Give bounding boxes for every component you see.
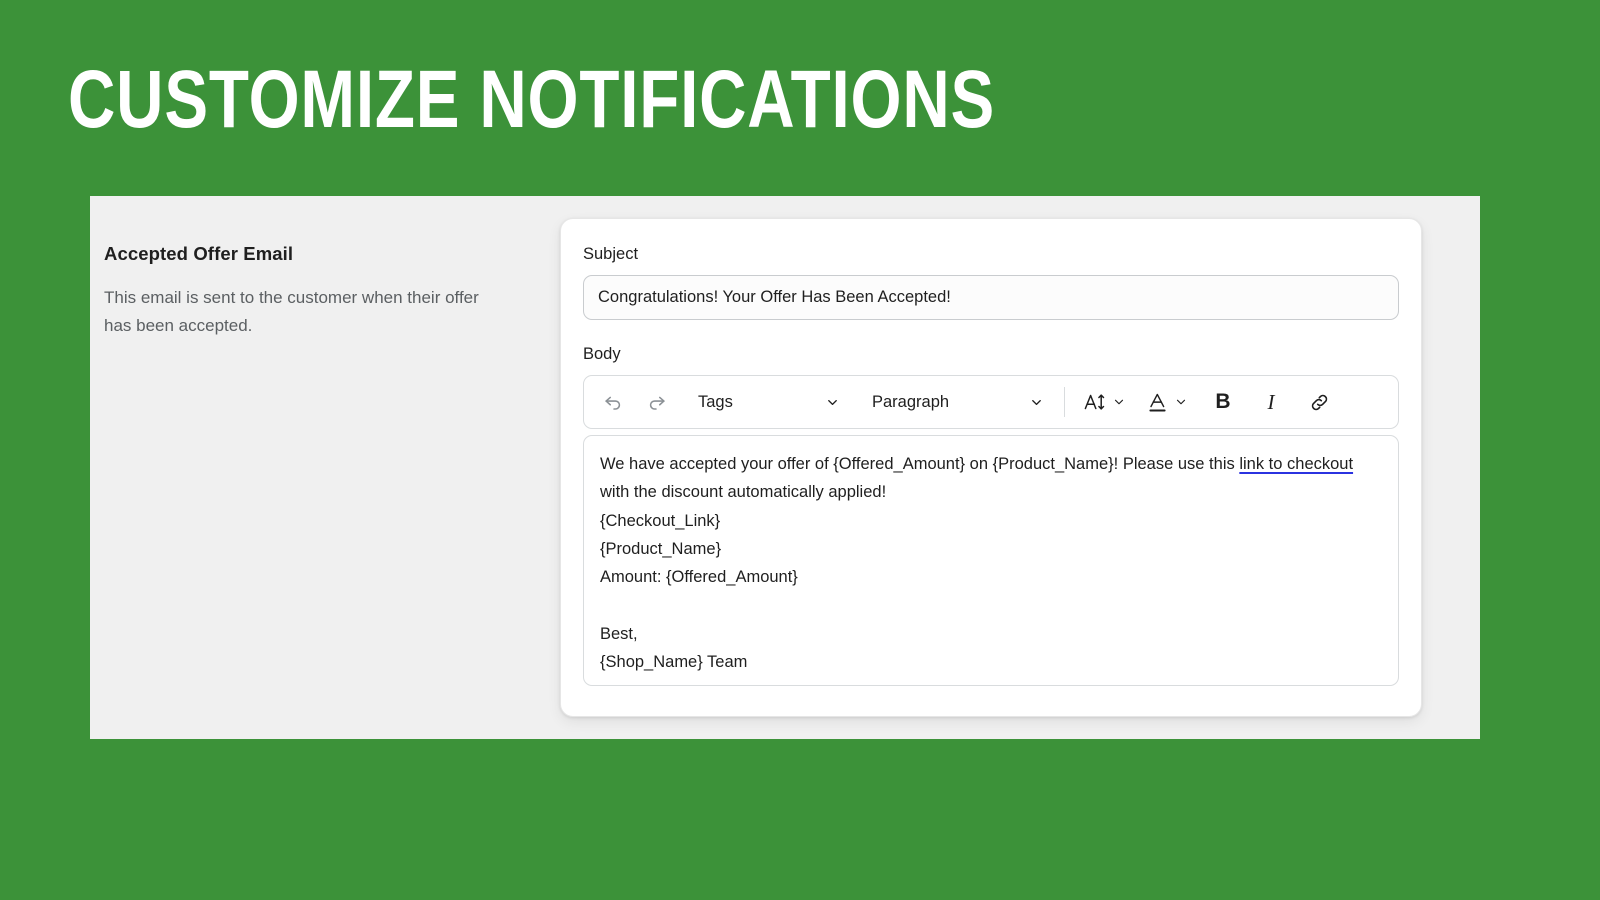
editor-toolbar: Tags Paragraph B I (583, 375, 1399, 429)
link-button[interactable] (1302, 385, 1336, 419)
italic-button[interactable]: I (1254, 385, 1288, 419)
field-spacer (583, 320, 1399, 344)
section-heading: Accepted Offer Email (104, 243, 294, 264)
body-text-before-link: We have accepted your offer of {Offered_… (600, 455, 1240, 473)
paragraph-select-label: Paragraph (872, 392, 950, 411)
redo-button[interactable] (640, 385, 674, 419)
body-line-product-name: {Product_Name} (600, 539, 722, 558)
paragraph-select[interactable]: Paragraph (862, 385, 1052, 419)
settings-panel: Accepted Offer Email This email is sent … (90, 196, 1480, 739)
tags-select[interactable]: Tags (688, 385, 848, 419)
font-size-icon (1083, 390, 1107, 414)
text-color-icon (1146, 391, 1169, 414)
redo-icon (646, 391, 668, 413)
text-color-button[interactable] (1142, 385, 1192, 419)
body-line-checkout-link: {Checkout_Link} (600, 511, 721, 530)
chevron-down-icon (1029, 395, 1044, 410)
body-editor[interactable]: We have accepted your offer of {Offered_… (583, 435, 1399, 686)
bold-label: B (1215, 390, 1231, 413)
body-line-shop-team: {Shop_Name} Team (600, 653, 748, 672)
checkout-link[interactable]: link to checkout (1239, 455, 1353, 473)
undo-button[interactable] (596, 385, 630, 419)
italic-label: I (1267, 389, 1275, 414)
font-size-button[interactable] (1079, 385, 1130, 419)
section-description: This email is sent to the customer when … (104, 288, 479, 335)
page-root: Customize Notifications Accepted Offer E… (0, 0, 1600, 900)
email-info-column: Accepted Offer Email This email is sent … (90, 196, 560, 340)
page-title: Customize Notifications (68, 54, 996, 145)
undo-icon (602, 391, 624, 413)
body-line-amount: Amount: {Offered_Amount} (600, 568, 798, 587)
chevron-down-icon (825, 395, 840, 410)
bold-button[interactable]: B (1206, 385, 1240, 419)
subject-label: Subject (583, 245, 639, 263)
chevron-down-icon (1174, 395, 1188, 409)
subject-input[interactable]: Congratulations! Your Offer Has Been Acc… (583, 275, 1399, 320)
body-editor-content: We have accepted your offer of {Offered_… (600, 450, 1382, 676)
email-editor-card: Subject Congratulations! Your Offer Has … (560, 218, 1422, 717)
body-label: Body (583, 345, 621, 363)
body-line-best: Best, (600, 624, 638, 643)
link-icon (1308, 391, 1331, 414)
tags-select-label: Tags (698, 392, 733, 411)
toolbar-divider (1064, 387, 1065, 417)
chevron-down-icon (1112, 395, 1126, 409)
